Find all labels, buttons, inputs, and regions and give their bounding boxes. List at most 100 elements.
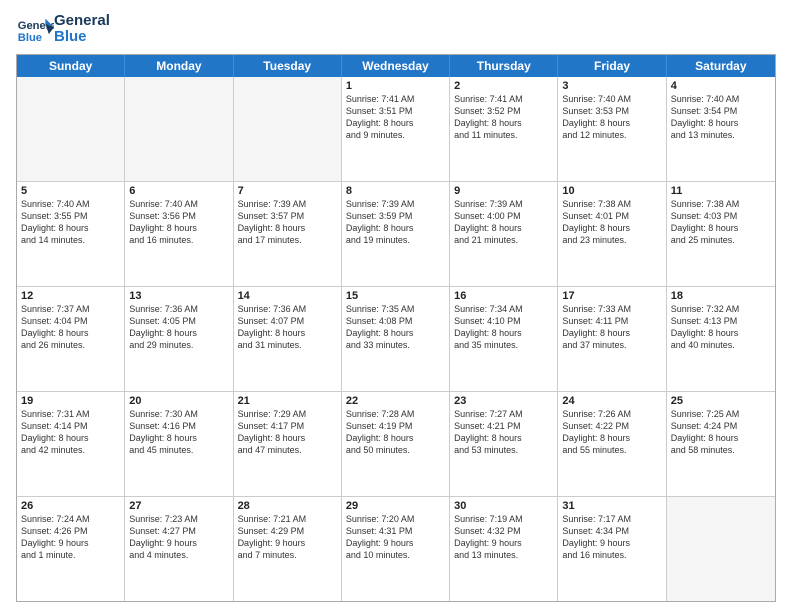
- header-thursday: Thursday: [450, 55, 558, 77]
- day-info: Sunset: 4:03 PM: [671, 210, 771, 222]
- day-info: Sunrise: 7:39 AM: [346, 198, 445, 210]
- day-cell-12: 12Sunrise: 7:37 AMSunset: 4:04 PMDayligh…: [17, 287, 125, 391]
- day-cell-20: 20Sunrise: 7:30 AMSunset: 4:16 PMDayligh…: [125, 392, 233, 496]
- day-info: and 29 minutes.: [129, 339, 228, 351]
- day-cell-1: 1Sunrise: 7:41 AMSunset: 3:51 PMDaylight…: [342, 77, 450, 181]
- day-info: Sunrise: 7:31 AM: [21, 408, 120, 420]
- day-info: Sunrise: 7:39 AM: [238, 198, 337, 210]
- day-info: Daylight: 8 hours: [21, 432, 120, 444]
- day-info: Sunset: 4:08 PM: [346, 315, 445, 327]
- day-number: 12: [21, 290, 120, 302]
- day-cell-17: 17Sunrise: 7:33 AMSunset: 4:11 PMDayligh…: [558, 287, 666, 391]
- day-info: Sunrise: 7:38 AM: [562, 198, 661, 210]
- day-info: Daylight: 8 hours: [562, 117, 661, 129]
- day-info: and 10 minutes.: [346, 549, 445, 561]
- day-number: 18: [671, 290, 771, 302]
- day-info: and 35 minutes.: [454, 339, 553, 351]
- day-info: and 53 minutes.: [454, 444, 553, 456]
- day-info: Sunset: 4:19 PM: [346, 420, 445, 432]
- day-info: Daylight: 8 hours: [129, 222, 228, 234]
- day-info: and 1 minute.: [21, 549, 120, 561]
- day-info: Daylight: 8 hours: [562, 327, 661, 339]
- day-info: and 55 minutes.: [562, 444, 661, 456]
- day-info: Sunrise: 7:40 AM: [562, 93, 661, 105]
- day-info: Sunrise: 7:41 AM: [346, 93, 445, 105]
- day-number: 15: [346, 290, 445, 302]
- day-info: Sunset: 4:16 PM: [129, 420, 228, 432]
- day-info: Sunset: 4:07 PM: [238, 315, 337, 327]
- day-number: 30: [454, 500, 553, 512]
- day-info: Sunset: 4:00 PM: [454, 210, 553, 222]
- day-number: 29: [346, 500, 445, 512]
- day-cell-30: 30Sunrise: 7:19 AMSunset: 4:32 PMDayligh…: [450, 497, 558, 601]
- day-number: 31: [562, 500, 661, 512]
- day-cell-10: 10Sunrise: 7:38 AMSunset: 4:01 PMDayligh…: [558, 182, 666, 286]
- day-cell-3: 3Sunrise: 7:40 AMSunset: 3:53 PMDaylight…: [558, 77, 666, 181]
- day-info: Sunset: 3:54 PM: [671, 105, 771, 117]
- day-info: Sunrise: 7:39 AM: [454, 198, 553, 210]
- header-wednesday: Wednesday: [342, 55, 450, 77]
- day-number: 17: [562, 290, 661, 302]
- empty-cell: [234, 77, 342, 181]
- day-info: Sunrise: 7:19 AM: [454, 513, 553, 525]
- day-info: Sunset: 3:52 PM: [454, 105, 553, 117]
- calendar-header: Sunday Monday Tuesday Wednesday Thursday…: [17, 55, 775, 77]
- day-info: Sunrise: 7:40 AM: [129, 198, 228, 210]
- day-number: 16: [454, 290, 553, 302]
- day-info: Daylight: 8 hours: [129, 432, 228, 444]
- day-number: 13: [129, 290, 228, 302]
- day-info: and 13 minutes.: [454, 549, 553, 561]
- empty-cell: [667, 497, 775, 601]
- day-info: Daylight: 8 hours: [238, 432, 337, 444]
- day-cell-16: 16Sunrise: 7:34 AMSunset: 4:10 PMDayligh…: [450, 287, 558, 391]
- day-number: 1: [346, 80, 445, 92]
- day-info: Sunrise: 7:32 AM: [671, 303, 771, 315]
- day-cell-21: 21Sunrise: 7:29 AMSunset: 4:17 PMDayligh…: [234, 392, 342, 496]
- day-cell-19: 19Sunrise: 7:31 AMSunset: 4:14 PMDayligh…: [17, 392, 125, 496]
- day-cell-22: 22Sunrise: 7:28 AMSunset: 4:19 PMDayligh…: [342, 392, 450, 496]
- day-cell-31: 31Sunrise: 7:17 AMSunset: 4:34 PMDayligh…: [558, 497, 666, 601]
- day-info: Daylight: 8 hours: [129, 327, 228, 339]
- day-number: 10: [562, 185, 661, 197]
- day-info: and 47 minutes.: [238, 444, 337, 456]
- day-cell-24: 24Sunrise: 7:26 AMSunset: 4:22 PMDayligh…: [558, 392, 666, 496]
- day-number: 25: [671, 395, 771, 407]
- header-tuesday: Tuesday: [234, 55, 342, 77]
- day-info: Sunset: 4:22 PM: [562, 420, 661, 432]
- day-info: Sunrise: 7:36 AM: [129, 303, 228, 315]
- day-cell-23: 23Sunrise: 7:27 AMSunset: 4:21 PMDayligh…: [450, 392, 558, 496]
- day-number: 23: [454, 395, 553, 407]
- day-info: and 25 minutes.: [671, 234, 771, 246]
- logo: General Blue General Blue: [16, 10, 110, 48]
- day-info: and 19 minutes.: [346, 234, 445, 246]
- day-info: Sunrise: 7:30 AM: [129, 408, 228, 420]
- day-number: 7: [238, 185, 337, 197]
- calendar-row-0: 1Sunrise: 7:41 AMSunset: 3:51 PM Daylight…: [17, 77, 775, 182]
- day-info: Daylight: 8 hours: [671, 327, 771, 339]
- day-info: Daylight: 8 hours: [562, 432, 661, 444]
- day-number: 9: [454, 185, 553, 197]
- day-info: and 26 minutes.: [21, 339, 120, 351]
- day-info: Daylight: 8 hours: [671, 432, 771, 444]
- day-info: Sunrise: 7:40 AM: [21, 198, 120, 210]
- day-info: Sunset: 4:21 PM: [454, 420, 553, 432]
- day-number: 20: [129, 395, 228, 407]
- day-number: 28: [238, 500, 337, 512]
- day-info: Sunset: 4:13 PM: [671, 315, 771, 327]
- day-info: Daylight: 8 hours: [21, 222, 120, 234]
- calendar-row-2: 12Sunrise: 7:37 AMSunset: 4:04 PMDayligh…: [17, 287, 775, 392]
- day-info: Sunset: 3:51 PM: [346, 105, 445, 117]
- day-info: Sunrise: 7:25 AM: [671, 408, 771, 420]
- day-info: Daylight: 9 hours: [346, 537, 445, 549]
- day-info: Daylight: 8 hours: [454, 117, 553, 129]
- day-info: Sunset: 3:59 PM: [346, 210, 445, 222]
- day-info: Sunrise: 7:17 AM: [562, 513, 661, 525]
- day-info: Sunset: 4:11 PM: [562, 315, 661, 327]
- day-info: and 42 minutes.: [21, 444, 120, 456]
- day-cell-7: 7Sunrise: 7:39 AMSunset: 3:57 PMDaylight…: [234, 182, 342, 286]
- day-info: and 9 minutes.: [346, 129, 445, 141]
- day-number: 5: [21, 185, 120, 197]
- day-number: 3: [562, 80, 661, 92]
- day-info: Sunset: 4:24 PM: [671, 420, 771, 432]
- day-info: Sunrise: 7:20 AM: [346, 513, 445, 525]
